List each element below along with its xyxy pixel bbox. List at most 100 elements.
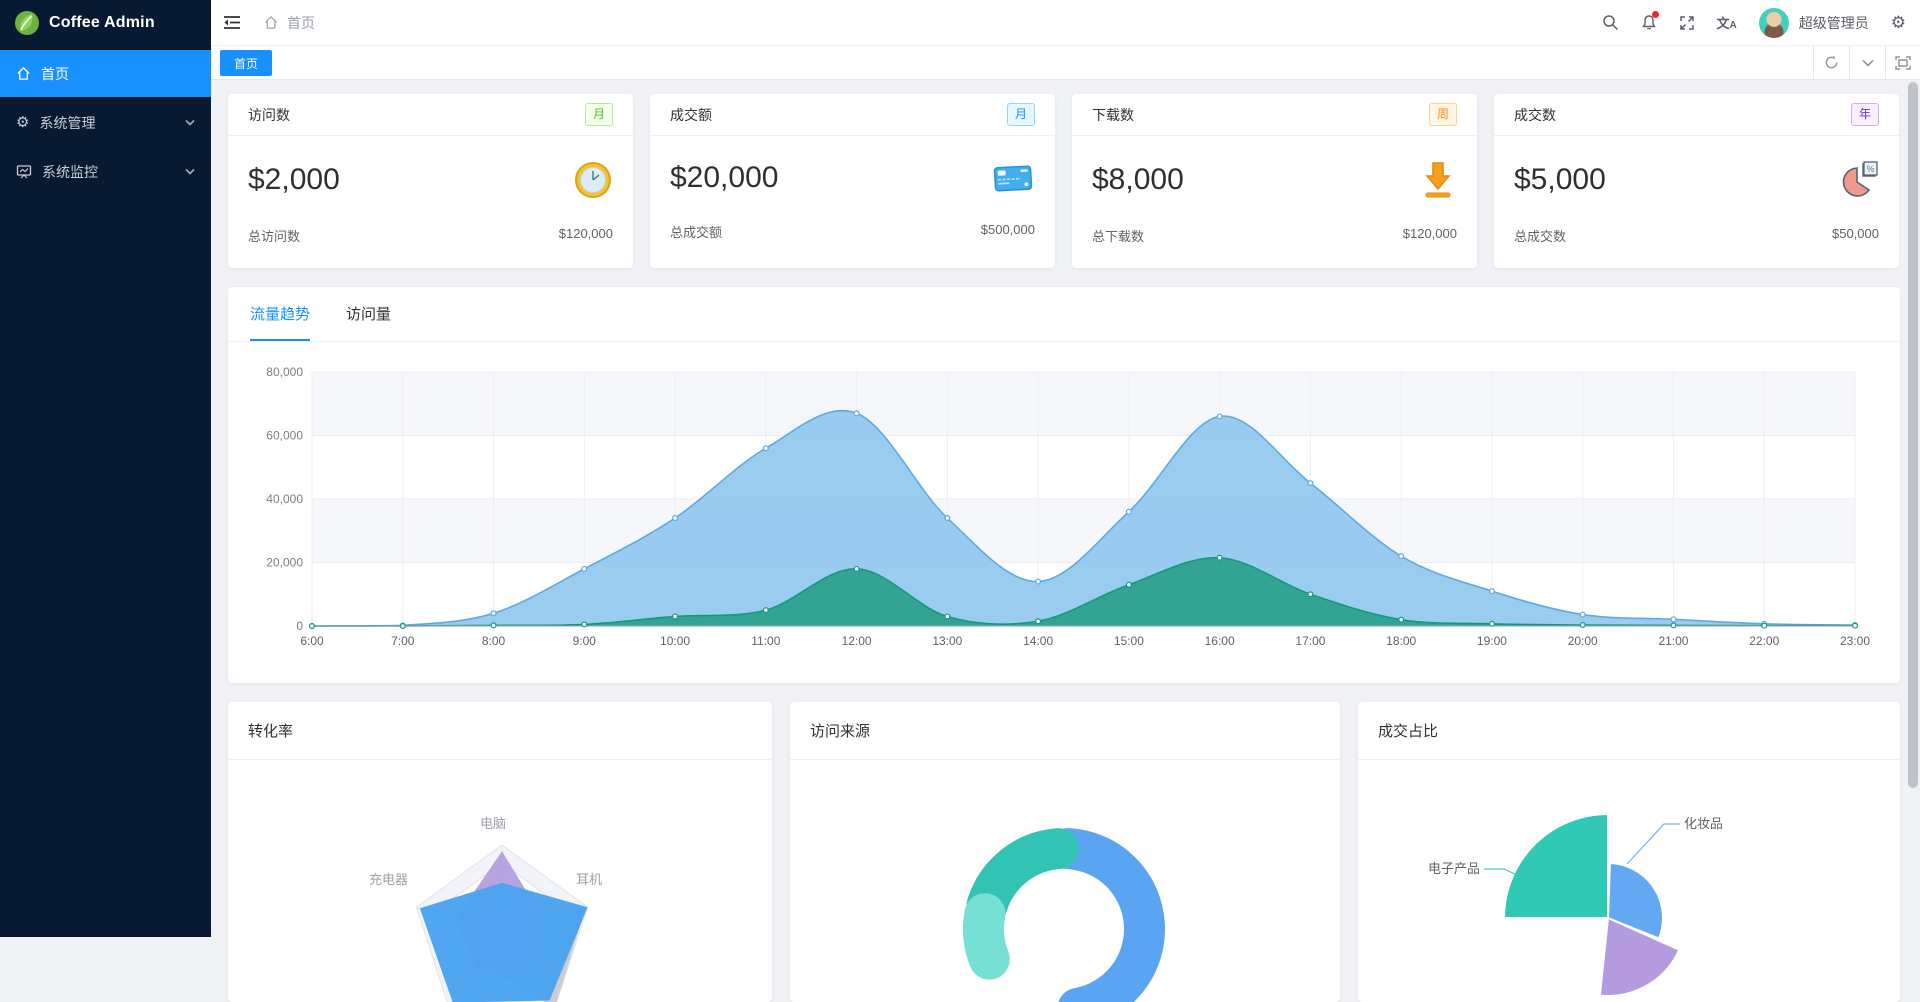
svg-text:12:00: 12:00 bbox=[842, 634, 872, 648]
card-title: 转化率 bbox=[228, 702, 772, 760]
tab-home[interactable]: 首页 bbox=[220, 50, 273, 76]
svg-text:11:00: 11:00 bbox=[751, 634, 780, 648]
area-chart: 0 20,000 40,000 60,000 80,000 6:00 7:00 8:00 9:0… bbox=[266, 365, 1870, 648]
stat-title: 成交额 bbox=[670, 106, 712, 123]
stat-foot-label: 总访问数 bbox=[248, 229, 301, 244]
stat-card-deals: 成交数 年 $5,000 % 总成交数 $50,000 bbox=[1494, 94, 1899, 268]
sidebar-item-system-admin[interactable]: ⚙ 系统管理 bbox=[0, 99, 211, 146]
avatar[interactable] bbox=[1758, 7, 1789, 38]
home-icon bbox=[264, 16, 278, 29]
stat-card-downloads: 下载数 周 $8,000 总下载数 $120,000 bbox=[1072, 94, 1477, 268]
sidebar-item-label: 系统管理 bbox=[39, 114, 96, 131]
stat-card-visits: 访问数 月 $2,000 总访问数 $120,000 bbox=[228, 94, 633, 268]
svg-text:电子产品: 电子产品 bbox=[1428, 861, 1480, 876]
tab-visit-volume[interactable]: 访问量 bbox=[346, 303, 391, 341]
sidebar-item-home[interactable]: 首页 bbox=[0, 50, 211, 97]
app-logo[interactable]: Coffee Admin bbox=[0, 0, 211, 46]
username[interactable]: 超级管理员 bbox=[1799, 13, 1869, 33]
deal-share-card: 成交占比 电子产品 化妆品 bbox=[1358, 702, 1900, 1002]
period-badge: 月 bbox=[1006, 103, 1035, 126]
breadcrumb-home: 首页 bbox=[287, 14, 315, 31]
svg-text:23:00: 23:00 bbox=[1840, 634, 1870, 648]
svg-text:9:00: 9:00 bbox=[573, 634, 597, 648]
tab-traffic-trend[interactable]: 流量趋势 bbox=[250, 303, 311, 341]
breadcrumb[interactable]: 首页 bbox=[263, 13, 315, 33]
notification-badge-dot bbox=[1651, 11, 1659, 18]
tabs-chevron-down-icon[interactable] bbox=[1849, 46, 1885, 79]
chart-tabs: 流量趋势 访问量 bbox=[228, 287, 1900, 342]
svg-text:14:00: 14:00 bbox=[1023, 634, 1053, 648]
top-navbar: 首页 文A 超级管理员 ⚙ bbox=[211, 0, 1920, 46]
sidebar-item-system-monitor[interactable]: 系统监控 bbox=[0, 148, 211, 195]
card-title: 成交占比 bbox=[1358, 702, 1900, 760]
svg-text:16:00: 16:00 bbox=[1205, 634, 1235, 648]
maximize-icon[interactable] bbox=[1885, 46, 1919, 79]
svg-text:21:00: 21:00 bbox=[1658, 634, 1688, 648]
stat-foot-label: 总下载数 bbox=[1092, 229, 1145, 244]
period-badge: 年 bbox=[1850, 103, 1879, 126]
svg-text:17:00: 17:00 bbox=[1295, 634, 1325, 648]
stat-value: $2,000 bbox=[248, 163, 340, 196]
chevron-down-icon bbox=[185, 119, 195, 126]
stat-card-turnover: 成交额 月 $20,000 总成交额 $500,000 bbox=[650, 94, 1055, 268]
conversion-rate-card: 转化率 电脑耳机 充电器 bbox=[228, 702, 772, 1002]
leaf-logo-icon bbox=[15, 11, 39, 35]
pie-icon: % bbox=[1842, 161, 1878, 197]
sidebar-item-label: 首页 bbox=[41, 65, 69, 82]
sidebar-item-label: 系统监控 bbox=[42, 163, 98, 180]
gear-icon: ⚙ bbox=[16, 114, 30, 131]
period-badge: 周 bbox=[1428, 103, 1457, 126]
svg-text:19:00: 19:00 bbox=[1477, 634, 1507, 648]
scrollbar-thumb[interactable] bbox=[1908, 82, 1918, 788]
monitor-icon bbox=[16, 165, 32, 179]
svg-text:22:00: 22:00 bbox=[1749, 634, 1779, 648]
donut-chart bbox=[963, 828, 1165, 1002]
stat-value: $20,000 bbox=[670, 161, 779, 194]
rose-pie-chart: 电子产品 化妆品 bbox=[1428, 812, 1723, 997]
refresh-icon[interactable] bbox=[1813, 46, 1849, 79]
app-title: Coffee Admin bbox=[49, 14, 155, 31]
svg-text:80,000: 80,000 bbox=[266, 365, 303, 379]
svg-text:13:00: 13:00 bbox=[932, 634, 962, 648]
svg-text:电脑: 电脑 bbox=[480, 816, 506, 831]
svg-text:20:00: 20:00 bbox=[1568, 634, 1598, 648]
sidebar: Coffee Admin 首页 ⚙ 系统管理 系统监控 bbox=[0, 0, 211, 937]
fullscreen-icon[interactable] bbox=[1679, 15, 1695, 31]
stat-foot-value: $500,000 bbox=[980, 222, 1035, 237]
svg-text:10:00: 10:00 bbox=[660, 634, 690, 648]
stat-title: 访问数 bbox=[248, 106, 290, 123]
notification-bell-icon[interactable] bbox=[1641, 11, 1659, 31]
sidebar-collapse-icon[interactable] bbox=[223, 15, 241, 30]
stat-foot-label: 总成交额 bbox=[670, 225, 723, 240]
svg-text:耳机: 耳机 bbox=[576, 872, 602, 887]
svg-text:18:00: 18:00 bbox=[1386, 634, 1416, 648]
chevron-down-icon bbox=[185, 168, 195, 175]
stat-value: $5,000 bbox=[1514, 163, 1606, 196]
svg-text:化妆品: 化妆品 bbox=[1684, 816, 1723, 831]
svg-text:8:00: 8:00 bbox=[482, 634, 506, 648]
tags-view-bar: 首页 bbox=[211, 46, 1920, 80]
stat-foot-label: 总成交数 bbox=[1514, 229, 1567, 244]
bank-card-icon bbox=[993, 165, 1033, 192]
home-icon bbox=[17, 66, 30, 80]
svg-text:15:00: 15:00 bbox=[1114, 634, 1144, 648]
card-title: 访问来源 bbox=[790, 702, 1340, 760]
svg-text:充电器: 充电器 bbox=[369, 872, 408, 887]
stat-foot-value: $50,000 bbox=[1832, 226, 1879, 241]
download-icon bbox=[1425, 162, 1451, 198]
svg-text:20,000: 20,000 bbox=[266, 556, 303, 570]
stat-foot-value: $120,000 bbox=[1402, 226, 1457, 241]
svg-text:40,000: 40,000 bbox=[266, 492, 303, 506]
visit-source-card: 访问来源 bbox=[790, 702, 1340, 1002]
scrollbar-track[interactable] bbox=[1908, 80, 1920, 937]
translate-icon[interactable]: 文A bbox=[1717, 13, 1737, 32]
settings-gear-icon[interactable]: ⚙ bbox=[1891, 13, 1906, 33]
svg-text:60,000: 60,000 bbox=[266, 429, 303, 443]
clock-icon bbox=[575, 162, 611, 198]
search-icon[interactable] bbox=[1602, 14, 1619, 31]
svg-text:7:00: 7:00 bbox=[391, 634, 415, 648]
svg-text:6:00: 6:00 bbox=[300, 634, 324, 648]
stat-title: 成交数 bbox=[1514, 106, 1556, 123]
period-badge: 月 bbox=[584, 103, 613, 126]
svg-text:%: % bbox=[1866, 164, 1874, 174]
